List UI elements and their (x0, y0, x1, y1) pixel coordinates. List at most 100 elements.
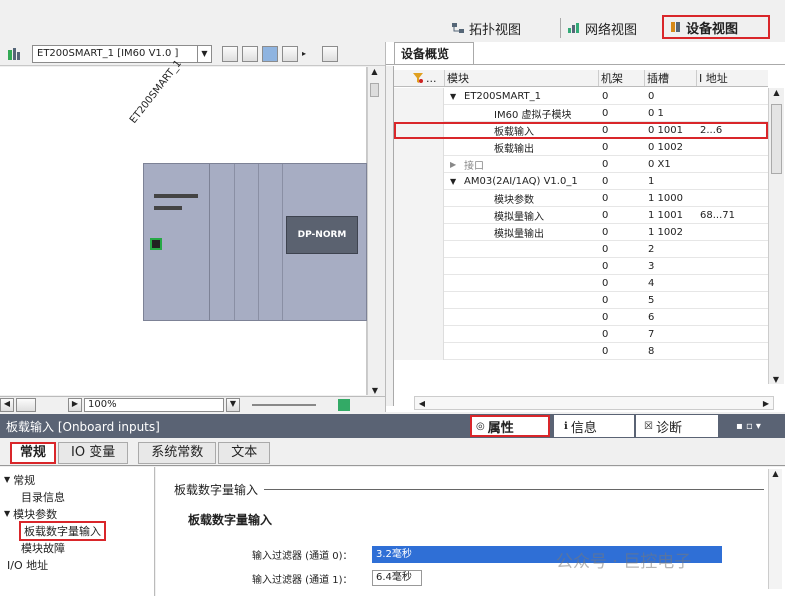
device-select[interactable]: ET200SMART_1 [IM60 V1.0 ] ▼ (32, 44, 212, 63)
scroll-thumb[interactable] (771, 104, 782, 174)
table-row[interactable]: 模拟量输入 0 1 1001 68...71 (394, 206, 768, 224)
expand-arrow-icon: ▼ (450, 176, 457, 186)
tab-diagnostics[interactable]: ☒ 诊断 (636, 415, 718, 437)
nav-tree-label: I/O 地址 (7, 558, 49, 572)
row-gutter (394, 274, 444, 292)
subtab-system-constants[interactable]: 系统常数 (138, 441, 217, 464)
scroll-right-icon[interactable]: ▶ (759, 399, 773, 408)
overview-vscroll[interactable]: ▲ ▼ (768, 88, 784, 384)
scroll-down-icon[interactable]: ▼ (769, 375, 783, 384)
zoom-value[interactable]: 100% (84, 397, 224, 412)
dp-norm-module[interactable]: DP-NORM (286, 216, 358, 254)
table-row[interactable]: 06 (394, 308, 768, 326)
nav-tree-label: 目录信息 (21, 490, 65, 504)
scroll-down-icon[interactable]: ▼ (368, 386, 382, 395)
scroll-thumb[interactable] (370, 83, 379, 97)
expand-arrow-icon: ▼ (4, 475, 11, 484)
tab-properties[interactable]: ◎ 属性 (470, 415, 550, 437)
slot-cell: 1 1001 (648, 209, 683, 221)
subtab-texts[interactable]: 文本 (218, 441, 271, 464)
scroll-up-icon[interactable]: ▲ (368, 67, 381, 81)
table-row[interactable]: 模块参数 0 1 1000 (394, 189, 768, 207)
table-row[interactable]: 板载输出 0 0 1002 (394, 138, 768, 156)
tab-topology-view[interactable]: 拓扑视图 (451, 18, 521, 38)
tag-icon[interactable] (242, 45, 258, 62)
overflow-icon[interactable]: ▸ (302, 49, 306, 58)
nav-tree-item[interactable]: 板载数字量输入 (0, 520, 154, 541)
col-rack[interactable]: 机架 (598, 70, 644, 86)
rack-cell: 0 (602, 294, 609, 306)
nav-tree-label: 常规 (13, 473, 36, 487)
table-row[interactable]: IM60 虚拟子模块 0 0 1 (394, 104, 768, 122)
table-row[interactable]: ▼ AM03(2AI/1AQ) V1.0_1 0 1 (394, 172, 768, 190)
device-canvas[interactable]: ET200SMART_1 DP-NORM ▲ ▼ (0, 58, 381, 395)
slot-cell: 8 (648, 345, 655, 357)
scroll-left-icon[interactable]: ◀ (415, 399, 429, 408)
scroll-left-icon[interactable]: ◀ (0, 397, 14, 412)
scroll-right-icon[interactable]: ▶ (68, 397, 82, 412)
module-name: AM03(2AI/1AQ) V1.0_1 (464, 175, 578, 187)
table-row[interactable]: 05 (394, 291, 768, 309)
fit-icon[interactable] (338, 398, 350, 411)
table-row[interactable]: ▼ ET200SMART_1 0 0 (394, 88, 768, 105)
table-row[interactable]: 07 (394, 325, 768, 343)
section-header: 板载数字量输入 (174, 481, 764, 498)
tab-info[interactable]: ℹ 信息 (554, 415, 634, 437)
filter-ch1-select[interactable]: 6.4毫秒 (372, 570, 422, 586)
table-row[interactable]: 板载输入 0 0 1001 2...6 (394, 121, 768, 139)
content-vscroll[interactable]: ▲ (768, 469, 782, 589)
nav-tree-item[interactable]: 模块故障 (0, 539, 154, 556)
pointer-icon[interactable] (262, 45, 278, 62)
slot-cell: 3 (648, 260, 655, 272)
expand-arrow-icon: ▼ (450, 91, 457, 101)
table-row[interactable]: ▶ 接口 0 0 X1 (394, 155, 768, 173)
slot-cell: 5 (648, 294, 655, 306)
canvas-vscroll[interactable]: ▲ ▼ (367, 67, 381, 395)
grid-icon[interactable] (222, 45, 238, 62)
overview-hscroll[interactable]: ◀ ▶ (414, 396, 774, 410)
rack-cell: 0 (602, 90, 609, 102)
rack-cell: 0 (602, 107, 609, 119)
scroll-up-icon[interactable]: ▲ (769, 88, 784, 102)
row-gutter (394, 325, 444, 343)
tab-device-view[interactable]: 设备视图 (662, 15, 770, 39)
topology-icon (451, 22, 465, 34)
window-controls-icon[interactable]: ▪ ▫ ▾ (736, 421, 761, 432)
overview-toggle-icon[interactable] (322, 45, 339, 62)
module-cell: ▼ ET200SMART_1 (444, 91, 598, 102)
col-module[interactable]: 模块 (444, 70, 598, 86)
table-icon[interactable] (282, 45, 298, 62)
nav-tree-item[interactable]: I/O 地址 (0, 556, 154, 573)
tab-label: 设备视图 (686, 21, 739, 37)
zoom-dropdown-icon[interactable]: ▼ (226, 397, 240, 412)
table-row[interactable]: 模拟量输出 0 1 1002 (394, 223, 768, 241)
slot-cell: 7 (648, 328, 655, 340)
nav-tree-item[interactable]: ▼ 模块参数 (0, 505, 154, 522)
overview-title-tab[interactable]: 设备概览 (394, 42, 474, 64)
slot-cell: 1 (648, 175, 655, 187)
table-row[interactable]: 03 (394, 257, 768, 275)
slot-cell: 0 1 (648, 107, 664, 119)
rack-cell: 0 (602, 226, 609, 238)
scroll-up-icon[interactable]: ▲ (769, 469, 782, 478)
tab-network-view[interactable]: 网络视图 (560, 18, 637, 38)
filter-icon[interactable] (412, 72, 426, 84)
overview-header: ... 模块 机架 插槽 I 地址 (394, 70, 768, 87)
table-row[interactable]: 02 (394, 240, 768, 258)
subtab-general[interactable]: 常规 (10, 441, 57, 464)
col-slot[interactable]: 插槽 (644, 70, 696, 86)
zoom-slider[interactable] (252, 403, 316, 406)
interface-module[interactable] (144, 164, 210, 320)
subtab-io-tags[interactable]: IO 变量 (58, 441, 129, 464)
col-iaddr[interactable]: I 地址 (696, 70, 756, 86)
table-row[interactable]: 08 (394, 342, 768, 360)
nav-tree-item[interactable]: ▼ 常规 (0, 471, 154, 488)
nav-tree-item[interactable]: 目录信息 (0, 488, 154, 505)
overview-rows: ▼ ET200SMART_1 0 0 IM60 虚拟子模块 0 0 1 板载输入 0 0 1001… (394, 88, 768, 408)
table-row[interactable]: 04 (394, 274, 768, 292)
section-title: 板载数字量输入 (174, 483, 259, 497)
rack[interactable]: DP-NORM (143, 163, 367, 321)
col-dots[interactable]: ... (426, 72, 444, 85)
hscroll-thumb[interactable] (16, 397, 36, 412)
status-bar-1 (154, 194, 198, 198)
